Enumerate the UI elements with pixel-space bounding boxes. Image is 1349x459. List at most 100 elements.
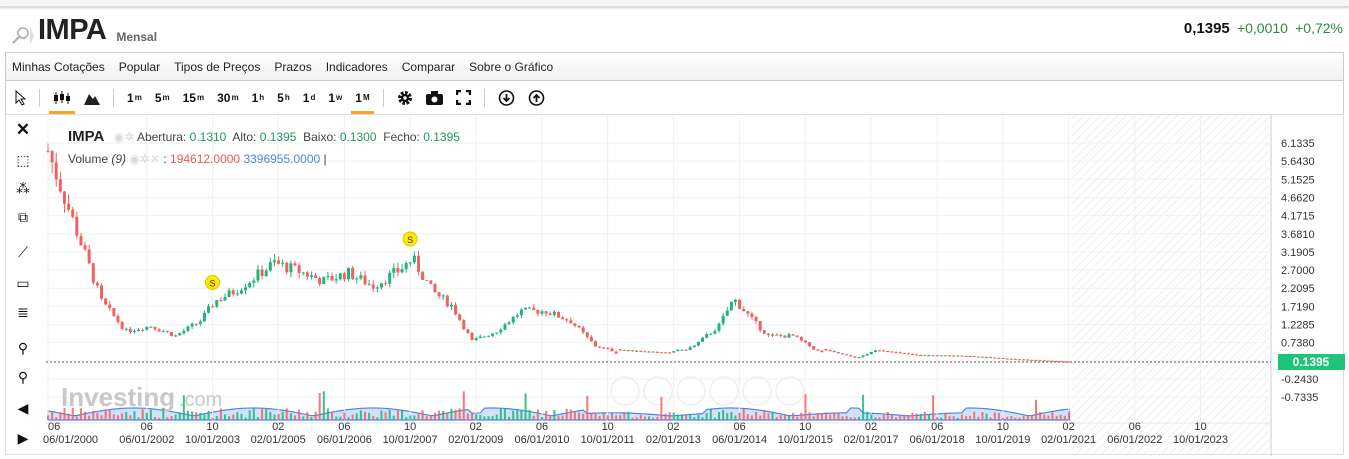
cloud-upload-icon[interactable] xyxy=(528,86,545,110)
menu-about-chart[interactable]: Sobre o Gráfico xyxy=(469,60,553,74)
candle-body xyxy=(87,249,91,264)
cursor-icon[interactable] xyxy=(14,86,26,110)
interval-15m[interactable]: 15 m xyxy=(183,86,204,110)
candle-body xyxy=(466,329,470,333)
clone-icon[interactable]: ⧉ xyxy=(14,209,32,227)
candle-body xyxy=(83,245,87,250)
candle-body xyxy=(746,311,750,314)
candle-body xyxy=(293,263,297,266)
volume-bar xyxy=(483,416,486,420)
candle-body xyxy=(779,334,783,336)
scroll-left-icon[interactable]: ◀ xyxy=(14,400,32,418)
volume-bar xyxy=(689,413,692,420)
volume-bar xyxy=(788,415,790,420)
volume-bar xyxy=(619,415,622,420)
volume-bar xyxy=(244,417,247,420)
candle-body xyxy=(46,150,50,152)
volume-bar xyxy=(343,412,346,420)
area-chart-icon[interactable] xyxy=(84,86,100,110)
y-tick-label: 2.2095 xyxy=(1281,283,1315,295)
interval-5m[interactable]: 5m xyxy=(155,86,170,110)
volume-bar xyxy=(800,412,803,420)
interval-1M[interactable]: 1M xyxy=(351,86,375,114)
volume-bar xyxy=(174,414,177,420)
trendline-icon[interactable]: ⟋ xyxy=(14,244,32,262)
candle-body xyxy=(437,292,441,297)
volume-bar xyxy=(421,410,424,420)
menu-compare[interactable]: Comparar xyxy=(402,60,455,74)
menu-popular[interactable]: Popular xyxy=(119,60,160,74)
volume-bar xyxy=(285,408,288,420)
camera-icon[interactable] xyxy=(425,86,443,110)
candle-body xyxy=(141,329,145,331)
candle-body xyxy=(260,269,264,277)
volume-bar xyxy=(1055,415,1058,420)
interval-1w[interactable]: 1w xyxy=(328,86,342,110)
x-tick-date: 02/01/2017 xyxy=(843,434,898,446)
price-chart[interactable]: 6.1335 5.6430 5.1525 4.6620 4.1715 3.6810 3.19… xyxy=(6,115,1346,456)
gear-icon[interactable]: ✲ xyxy=(140,152,150,166)
volume-bar xyxy=(635,417,638,420)
x-tick-date: 10/01/2011 xyxy=(581,434,635,446)
eye-icon[interactable]: ◉ xyxy=(114,130,124,144)
candle-body xyxy=(717,323,721,331)
settings-gear-icon[interactable] xyxy=(397,86,413,110)
candle-body xyxy=(458,314,462,321)
remove-all-drawings-icon[interactable]: ⁂ xyxy=(14,180,32,198)
volume-bar xyxy=(808,412,811,420)
y-tick-label: 3.1905 xyxy=(1281,247,1315,259)
candle-body xyxy=(581,327,585,333)
volume-bar xyxy=(92,410,95,420)
close-icon[interactable]: ✕ xyxy=(14,120,32,139)
candle-body xyxy=(985,357,989,359)
menu-timeframes[interactable]: Prazos xyxy=(274,60,311,74)
fullscreen-icon[interactable] xyxy=(455,86,471,110)
interval-30m[interactable]: 30 m xyxy=(217,86,238,110)
interval-1m[interactable]: 1m xyxy=(127,86,142,110)
candle-body xyxy=(338,273,342,280)
eye-icon[interactable]: ◉ xyxy=(129,152,139,166)
menu-price-types[interactable]: Tipos de Preços xyxy=(174,60,260,74)
candle-body xyxy=(1001,357,1005,359)
search-icon[interactable] xyxy=(8,25,34,47)
candle-body xyxy=(429,280,433,284)
candle-body xyxy=(869,352,873,355)
rectangle-icon[interactable]: ▭ xyxy=(14,275,32,293)
interval-1h[interactable]: 1h xyxy=(252,86,265,110)
candle-body xyxy=(911,354,914,356)
volume-bar xyxy=(219,408,222,420)
volume-bar xyxy=(936,417,939,420)
volume-bar xyxy=(750,415,753,420)
volume-bar xyxy=(63,407,66,420)
cloud-download-icon[interactable] xyxy=(498,86,515,110)
zoom-in-icon[interactable]: ⚲ xyxy=(14,340,32,358)
volume-bar xyxy=(903,415,906,420)
gear-icon[interactable]: ✲ xyxy=(124,130,134,144)
candle-body xyxy=(569,320,573,324)
candles-icon[interactable] xyxy=(49,86,75,114)
candle-body xyxy=(239,290,243,294)
candle-body xyxy=(771,334,775,336)
remove-icon[interactable]: ✕ xyxy=(150,152,160,166)
candle-body xyxy=(993,357,997,359)
zoom-out-icon[interactable]: ⚲ xyxy=(14,369,32,387)
remove-drawing-icon[interactable]: ⬚ xyxy=(14,152,32,170)
candle-body xyxy=(285,262,289,273)
candle-body xyxy=(367,284,371,286)
menu-my-quotes[interactable]: Minhas Cotações xyxy=(12,60,105,74)
volume-bar xyxy=(874,417,877,420)
volume-bar xyxy=(1039,412,1042,420)
candle-body xyxy=(379,283,383,288)
interval-5h[interactable]: 5h xyxy=(277,86,290,110)
volume-bar xyxy=(997,413,1000,420)
volume-bar xyxy=(927,414,930,420)
interval-1d[interactable]: 1d xyxy=(303,86,316,110)
scroll-right-icon[interactable]: ▶ xyxy=(14,430,32,448)
fibonacci-lines-icon[interactable]: ≣ xyxy=(14,304,32,322)
menu-indicators[interactable]: Indicadores xyxy=(326,60,388,74)
volume-bar xyxy=(919,413,922,420)
close-value: 0.1395 xyxy=(423,130,460,144)
volume-bar xyxy=(289,413,292,420)
volume-bar xyxy=(812,416,815,420)
candle-body xyxy=(384,283,388,285)
